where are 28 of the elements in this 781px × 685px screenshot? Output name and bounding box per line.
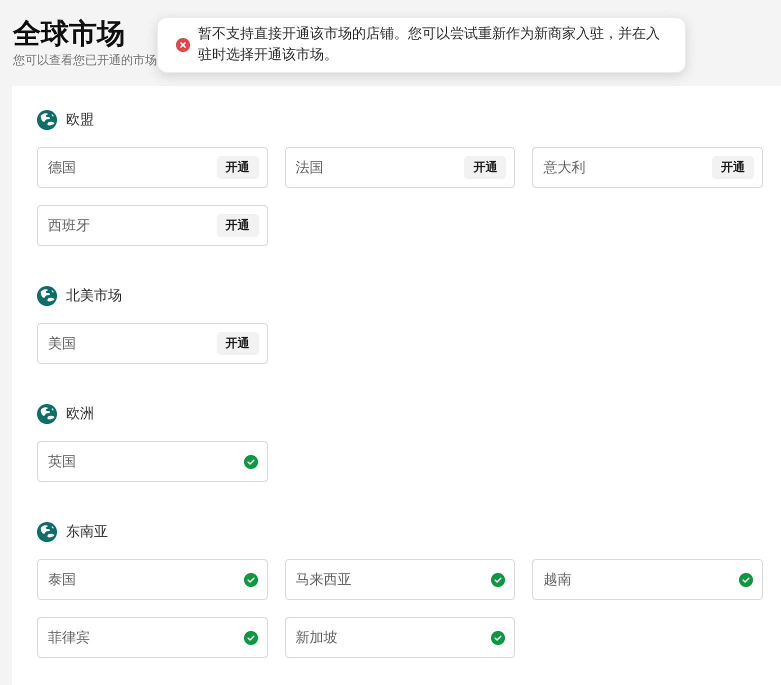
open-button[interactable]: 开通 — [464, 156, 506, 179]
page-title: 全球市场 — [13, 17, 125, 51]
globe-icon — [37, 522, 57, 542]
market-name: 越南 — [543, 570, 572, 588]
market-name: 菲律宾 — [48, 628, 90, 646]
market-name: 泰国 — [48, 570, 76, 588]
globe-icon — [37, 404, 57, 424]
market-name: 德国 — [48, 158, 76, 176]
market-name: 新加坡 — [296, 628, 338, 646]
region-title: 东南亚 — [66, 523, 108, 541]
toast-message: 暂不支持直接开通该市场的店铺。您可以尝试重新作为新商家入驻，并在入驻时选择开通该市场。 — [198, 25, 661, 65]
market-name: 意大利 — [543, 158, 586, 176]
market-name: 英国 — [48, 452, 76, 470]
error-icon — [176, 38, 190, 52]
market-name: 法国 — [296, 158, 324, 176]
page-subtitle: 您可以查看您已开通的市场 — [13, 52, 157, 68]
open-button[interactable]: 开通 — [216, 332, 259, 355]
globe-icon — [37, 286, 57, 306]
market-name: 马来西亚 — [296, 570, 352, 588]
open-button[interactable]: 开通 — [216, 214, 259, 237]
region-title: 欧盟 — [66, 111, 94, 129]
region-title: 北美市场 — [66, 287, 122, 305]
open-button[interactable]: 开通 — [216, 156, 259, 179]
market-name: 西班牙 — [48, 216, 90, 234]
region-title: 欧洲 — [66, 405, 94, 423]
open-button[interactable]: 开通 — [712, 156, 754, 179]
market-name: 美国 — [48, 334, 76, 352]
globe-icon — [37, 110, 57, 130]
